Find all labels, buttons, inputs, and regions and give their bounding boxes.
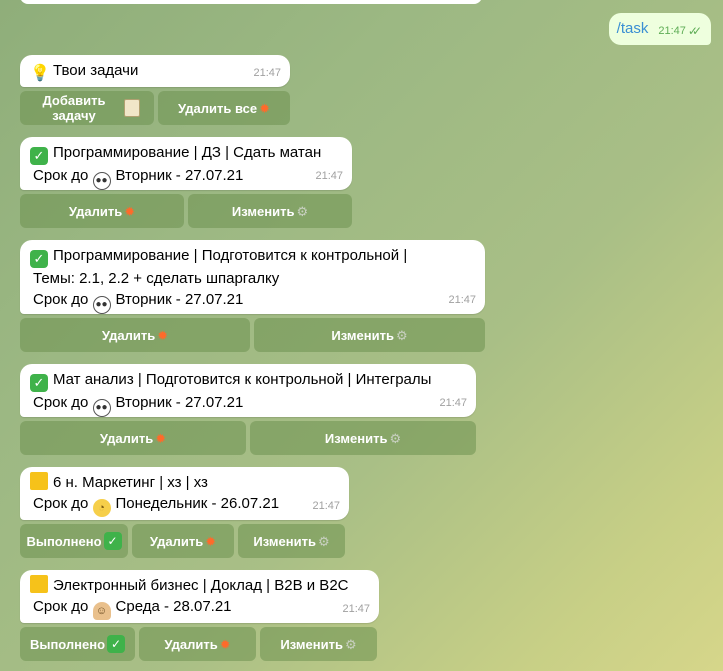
yellow-square-icon bbox=[30, 575, 48, 593]
collision-icon: ✹ bbox=[157, 327, 169, 343]
message-time: 21:47 bbox=[342, 603, 370, 615]
tasks-header-message: 💡 Твои задачи 21:47 bbox=[20, 55, 290, 87]
delete-button[interactable]: Удалить ✹ bbox=[20, 421, 246, 455]
gear-icon: ⚙ bbox=[395, 327, 408, 343]
chat-area: /task 21:47 ✓✓ 💡 Твои задачи 21:47 Добави… bbox=[0, 0, 723, 671]
check-icon: ✓ bbox=[30, 374, 48, 392]
gear-icon: ⚙ bbox=[344, 636, 357, 652]
task-title: 6 н. Маркетинг | хз | хз bbox=[53, 474, 208, 491]
due-prefix: Срок до bbox=[33, 291, 89, 308]
task-title: Программирование | ДЗ | Сдать матан bbox=[53, 144, 322, 161]
header-text: Твои задачи bbox=[53, 62, 139, 79]
done-label: Выполнено bbox=[26, 533, 102, 549]
double-check-icon: ✓✓ bbox=[687, 24, 702, 38]
due-date: Понедельник - 26.07.21 bbox=[115, 495, 280, 512]
message-time: 21:47 bbox=[315, 170, 343, 182]
task-keyboard: Удалить ✹ Изменить ⚙ bbox=[20, 318, 485, 352]
edit-label: Изменить bbox=[280, 636, 343, 652]
gear-icon: ⚙ bbox=[389, 430, 402, 446]
delete-button[interactable]: Удалить ✹ bbox=[132, 524, 234, 558]
lightbulb-icon: 💡 bbox=[30, 65, 50, 82]
done-button[interactable]: Выполнено ✓ bbox=[20, 627, 135, 661]
message-meta: 21:47 ✓✓ bbox=[658, 24, 702, 38]
previous-message-bubble bbox=[20, 0, 482, 4]
yellow-square-icon bbox=[30, 472, 48, 490]
task-keyboard: Выполнено ✓ Удалить ✹ Изменить ⚙ bbox=[20, 627, 377, 661]
check-icon: ✓ bbox=[103, 532, 122, 550]
task-title: Программирование | Подготовится к контро… bbox=[53, 247, 408, 264]
face-icon: ◔ bbox=[92, 499, 111, 517]
due-date: Вторник - 27.07.21 bbox=[115, 167, 244, 184]
collision-icon: ✹ bbox=[259, 100, 270, 116]
task-keyboard: Удалить ✹ Изменить ⚙ bbox=[20, 421, 476, 455]
task-message: ✓ Мат анализ | Подготовится к контрольной… bbox=[20, 364, 476, 417]
delete-label: Удалить bbox=[149, 533, 204, 549]
edit-label: Изменить bbox=[253, 533, 316, 549]
edit-button[interactable]: Изменить ⚙ bbox=[188, 194, 352, 228]
task-message: ✓ Программирование | ДЗ | Сдать матан Сро… bbox=[20, 137, 352, 190]
delete-label: Удалить bbox=[99, 430, 154, 446]
add-task-label: Добавить задачу bbox=[42, 93, 106, 123]
task-title: Электронный бизнес | Доклад | B2B и B2C bbox=[53, 577, 349, 594]
outgoing-message[interactable]: /task 21:47 ✓✓ bbox=[608, 13, 711, 45]
clipboard-icon bbox=[124, 99, 140, 117]
delete-all-button[interactable]: Удалить все ✹ bbox=[158, 91, 290, 125]
task-message: ✓ Программирование | Подготовится к контр… bbox=[20, 240, 485, 314]
delete-label: Удалить bbox=[68, 203, 123, 219]
collision-icon: ✹ bbox=[205, 533, 217, 549]
message-time: 21:47 bbox=[658, 25, 686, 37]
delete-label: Удалить bbox=[164, 636, 218, 652]
message-time: 21:47 bbox=[253, 67, 281, 79]
task-keyboard: Удалить ✹ Изменить ⚙ bbox=[20, 194, 352, 228]
task-message: Электронный бизнес | Доклад | B2B и B2C … bbox=[20, 570, 379, 623]
due-date: Вторник - 27.07.21 bbox=[115, 291, 244, 308]
done-label: Выполнено bbox=[29, 636, 106, 652]
person-icon: ☺ bbox=[92, 602, 111, 620]
command-text[interactable]: /task bbox=[617, 21, 649, 37]
due-date: Вторник - 27.07.21 bbox=[115, 394, 244, 411]
panda-icon: ●● bbox=[92, 399, 111, 417]
delete-label: Удалить bbox=[101, 327, 156, 343]
check-icon: ✓ bbox=[107, 635, 126, 653]
collision-icon: ✹ bbox=[124, 203, 136, 219]
panda-icon: ●● bbox=[92, 296, 111, 314]
due-prefix: Срок до bbox=[33, 598, 89, 615]
due-date: Среда - 28.07.21 bbox=[115, 598, 232, 615]
edit-button[interactable]: Изменить ⚙ bbox=[254, 318, 485, 352]
check-icon: ✓ bbox=[30, 250, 48, 268]
message-time: 21:47 bbox=[448, 294, 476, 306]
header-keyboard: Добавить задачу Удалить все ✹ bbox=[20, 91, 290, 125]
check-icon: ✓ bbox=[30, 147, 48, 165]
add-task-button[interactable]: Добавить задачу bbox=[20, 91, 154, 125]
edit-label: Изменить bbox=[324, 430, 388, 446]
edit-button[interactable]: Изменить ⚙ bbox=[238, 524, 345, 558]
task-title: Мат анализ | Подготовится к контрольной … bbox=[53, 371, 432, 388]
panda-icon: ●● bbox=[92, 172, 111, 190]
done-button[interactable]: Выполнено ✓ bbox=[20, 524, 128, 558]
task-keyboard: Выполнено ✓ Удалить ✹ Изменить ⚙ bbox=[20, 524, 345, 558]
task-title-continued: Темы: 2.1, 2.2 + сделать шпаргалку bbox=[33, 270, 280, 287]
delete-button[interactable]: Удалить ✹ bbox=[139, 627, 256, 661]
delete-button[interactable]: Удалить ✹ bbox=[20, 318, 250, 352]
edit-button[interactable]: Изменить ⚙ bbox=[250, 421, 476, 455]
due-prefix: Срок до bbox=[33, 394, 89, 411]
collision-icon: ✹ bbox=[155, 430, 167, 446]
collision-icon: ✹ bbox=[219, 636, 231, 652]
message-time: 21:47 bbox=[312, 500, 340, 512]
message-time: 21:47 bbox=[439, 397, 467, 409]
gear-icon: ⚙ bbox=[317, 533, 330, 549]
task-message: 6 н. Маркетинг | хз | хз Срок до ◔ Понеде… bbox=[20, 467, 349, 520]
delete-button[interactable]: Удалить ✹ bbox=[20, 194, 184, 228]
edit-label: Изменить bbox=[231, 203, 295, 219]
due-prefix: Срок до bbox=[33, 167, 89, 184]
edit-button[interactable]: Изменить ⚙ bbox=[260, 627, 377, 661]
gear-icon: ⚙ bbox=[296, 203, 309, 219]
edit-label: Изменить bbox=[331, 327, 394, 343]
delete-all-label: Удалить все bbox=[177, 100, 258, 116]
due-prefix: Срок до bbox=[33, 495, 89, 512]
